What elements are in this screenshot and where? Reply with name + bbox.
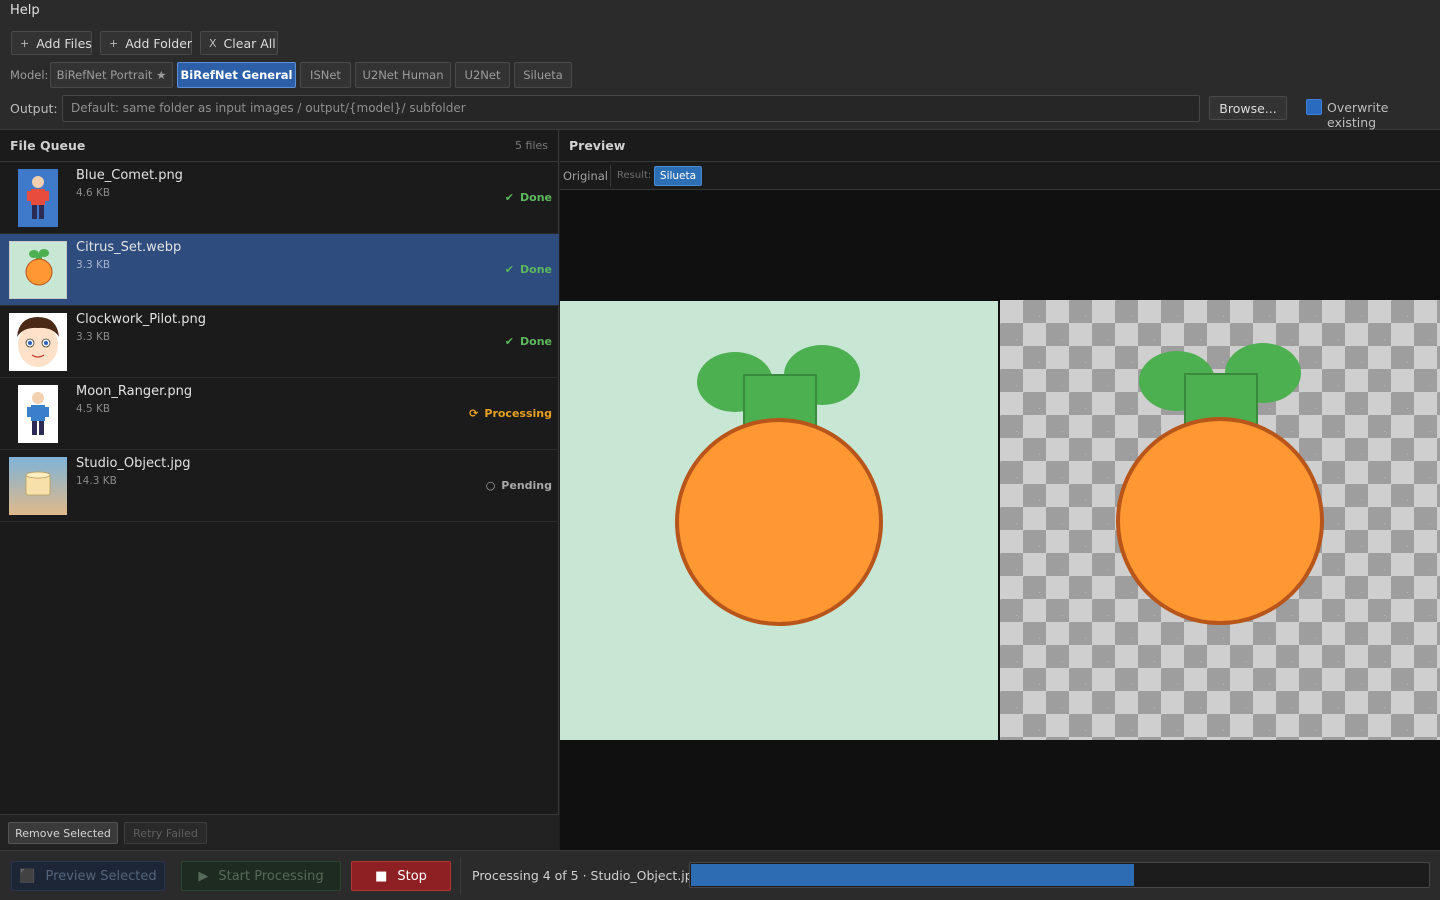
queue-footer: Remove Selected Retry Failed bbox=[0, 814, 559, 850]
file-size: 3.3 KB bbox=[76, 259, 111, 271]
check-icon: ✔ bbox=[504, 191, 515, 204]
queue-row[interactable]: Blue_Comet.png 4.6 KB ✔ Done bbox=[0, 162, 559, 234]
queue-row[interactable]: Moon_Ranger.png 4.5 KB ⟳ Processing bbox=[0, 378, 559, 450]
file-queue-title: File Queue bbox=[10, 138, 86, 153]
menu-bar: Help bbox=[0, 0, 1440, 22]
result-image bbox=[1000, 300, 1440, 740]
status-badge: ✔ Done bbox=[505, 335, 552, 348]
spinner-icon: ⟳ bbox=[469, 407, 479, 420]
overwrite-label: Overwrite existing bbox=[1327, 100, 1389, 130]
x-icon: X bbox=[209, 36, 217, 50]
add-folder-button[interactable]: + Add Folder bbox=[100, 31, 192, 55]
model-isnet[interactable]: ISNet bbox=[300, 62, 351, 88]
start-processing-button[interactable]: ▶ Start Processing bbox=[181, 861, 341, 891]
preview-header: Preview bbox=[560, 130, 1440, 162]
output-path-input[interactable]: Default: same folder as input images / o… bbox=[62, 95, 1200, 122]
queue-row-selected[interactable]: Citrus_Set.webp 3.3 KB ✔ Done bbox=[0, 234, 559, 306]
status-text: Done bbox=[520, 191, 552, 204]
preview-tabs: Original Result: Silueta bbox=[560, 162, 1440, 190]
preview-selected-label: Preview Selected bbox=[45, 868, 157, 884]
file-queue-header: File Queue 5 files bbox=[0, 130, 558, 162]
original-image bbox=[560, 301, 998, 740]
preview-selected-button[interactable]: ⬛ Preview Selected bbox=[11, 861, 165, 891]
status-text: Done bbox=[520, 263, 552, 276]
result-label: Result: bbox=[617, 170, 652, 181]
toolbar: + Add Files + Add Folder X Clear All Mod… bbox=[0, 22, 1440, 130]
status-text: Pending bbox=[501, 479, 552, 492]
model-u2net[interactable]: U2Net bbox=[455, 62, 510, 88]
file-size: 4.5 KB bbox=[76, 403, 111, 415]
progress-bar bbox=[689, 862, 1430, 888]
thumbnail bbox=[9, 241, 67, 299]
plus-icon: + bbox=[20, 36, 30, 50]
file-name: Moon_Ranger.png bbox=[76, 384, 193, 399]
add-files-button[interactable]: + Add Files bbox=[11, 31, 92, 55]
play-icon: ▶ bbox=[198, 868, 209, 884]
queue-row[interactable]: Clockwork_Pilot.png 3.3 KB ✔ Done bbox=[0, 306, 559, 378]
file-size: 3.3 KB bbox=[76, 331, 111, 343]
queue-row[interactable]: Studio_Object.jpg 14.3 KB ○ Pending bbox=[0, 450, 559, 522]
file-name: Studio_Object.jpg bbox=[76, 456, 191, 471]
bottom-divider bbox=[460, 857, 461, 895]
status-badge: ✔ Done bbox=[505, 191, 552, 204]
clear-all-label: Clear All bbox=[223, 35, 276, 51]
browse-button[interactable]: Browse... bbox=[1209, 96, 1287, 120]
tab-original[interactable]: Original bbox=[563, 169, 608, 183]
file-size: 4.6 KB bbox=[76, 187, 111, 199]
thumbnail bbox=[9, 169, 67, 227]
check-icon: ✔ bbox=[504, 263, 515, 276]
image-icon: ⬛ bbox=[19, 868, 36, 884]
status-badge: ○ Pending bbox=[486, 479, 552, 492]
bottom-bar: ⬛ Preview Selected ▶ Start Processing ■ … bbox=[0, 850, 1440, 900]
tab-result-silueta[interactable]: Silueta bbox=[654, 166, 702, 186]
circle-icon: ○ bbox=[485, 479, 496, 492]
add-folder-label: Add Folder bbox=[125, 35, 193, 51]
retry-failed-button[interactable]: Retry Failed bbox=[124, 822, 207, 844]
remove-selected-button[interactable]: Remove Selected bbox=[8, 822, 118, 844]
thumbnail bbox=[9, 313, 67, 371]
model-birefnet-general[interactable]: BiRefNet General bbox=[177, 62, 296, 88]
file-queue-panel: File Queue 5 files Blue_Comet.png 4.6 KB… bbox=[0, 130, 559, 850]
file-count: 5 files bbox=[515, 139, 548, 152]
stop-label: Stop bbox=[397, 868, 427, 884]
model-silueta[interactable]: Silueta bbox=[514, 62, 572, 88]
file-size: 14.3 KB bbox=[76, 475, 117, 487]
start-processing-label: Start Processing bbox=[218, 868, 324, 884]
model-birefnet-portrait[interactable]: BiRefNet Portrait ★ bbox=[50, 62, 173, 88]
file-name: Citrus_Set.webp bbox=[76, 240, 182, 255]
check-icon: ✔ bbox=[504, 335, 515, 348]
status-text: Processing bbox=[484, 407, 552, 420]
progress-text: Processing 4 of 5 · Studio_Object.jpg bbox=[472, 868, 701, 883]
status-badge: ✔ Done bbox=[505, 263, 552, 276]
output-label: Output: bbox=[10, 101, 58, 116]
menu-help[interactable]: Help bbox=[10, 3, 40, 18]
preview-panel: Preview Original Result: Silueta bbox=[560, 130, 1440, 850]
stop-button[interactable]: ■ Stop bbox=[351, 861, 451, 891]
status-badge: ⟳ Processing bbox=[469, 407, 552, 420]
file-name: Blue_Comet.png bbox=[76, 168, 183, 183]
preview-title: Preview bbox=[569, 138, 626, 153]
file-name: Clockwork_Pilot.png bbox=[76, 312, 206, 327]
clear-all-button[interactable]: X Clear All bbox=[200, 31, 278, 55]
model-u2net-human[interactable]: U2Net Human bbox=[355, 62, 451, 88]
add-files-label: Add Files bbox=[36, 35, 92, 51]
plus-icon: + bbox=[109, 36, 119, 50]
thumbnail bbox=[9, 385, 67, 443]
overwrite-checkbox[interactable] bbox=[1306, 99, 1322, 115]
progress-fill bbox=[691, 864, 1135, 886]
stop-icon: ■ bbox=[375, 868, 388, 884]
status-text: Done bbox=[520, 335, 552, 348]
thumbnail bbox=[9, 457, 67, 515]
tab-divider bbox=[610, 165, 611, 187]
model-label: Model: bbox=[10, 68, 49, 82]
